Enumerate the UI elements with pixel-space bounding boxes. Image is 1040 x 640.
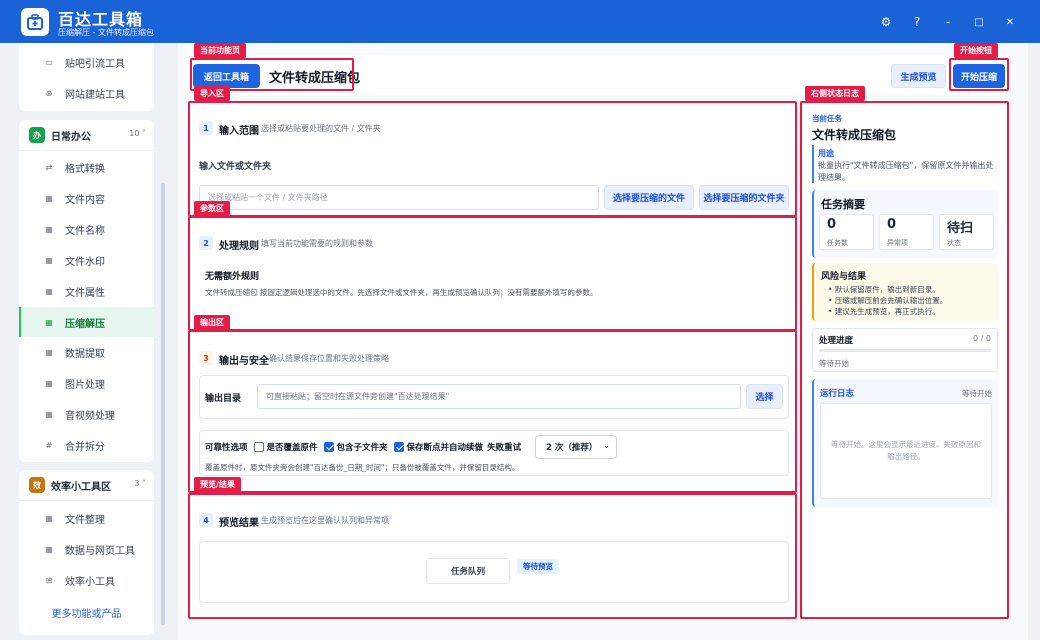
group-name: 日常办公 — [51, 131, 91, 143]
annotation-preview-area: 预览/结果 — [194, 477, 241, 492]
annotation-start-button: 开始按钮 — [954, 43, 998, 58]
annotation-import-area: 导入区 — [194, 86, 230, 101]
import-area-highlight — [188, 101, 797, 217]
sidebar-item-label: 图片处理 — [65, 379, 105, 391]
sidebar-item-data-web[interactable]: ▦ 数据与网页工具 — [19, 536, 154, 562]
group-badge: 办 — [29, 127, 45, 143]
toolbox-logo-icon — [21, 8, 49, 36]
sidebar-item-tieba[interactable]: ▭ 贴吧引流工具 — [19, 49, 154, 75]
sidebar-item-filename[interactable]: ▦ 文件名称 — [19, 216, 154, 242]
sidebar-item-merge[interactable]: # 合并拆分 — [19, 432, 154, 458]
sidebar-item-format[interactable]: ⇄ 格式转换 — [19, 154, 154, 180]
annotation-output-area: 输出区 — [194, 315, 230, 330]
sidebar-item-watermark[interactable]: ▦ 文件水印 — [19, 247, 154, 273]
grid-icon: ▦ — [45, 286, 53, 296]
group-name: 效率小工具区 — [51, 481, 111, 493]
grid-icon: ▦ — [45, 513, 53, 523]
sidebar-group-office: 办 日常办公 10 ˄ ⇄ 格式转换 ▦ 文件内容 ▦ 文件名称 ▦ 文件水印 ▦ 文件属… — [19, 120, 154, 462]
sidebar-item-label: 文件内容 — [65, 194, 105, 206]
annotation-right-log: 右侧状态日志 — [805, 86, 865, 101]
start-button-highlight — [949, 58, 1009, 91]
close-icon[interactable]: ✕ — [1000, 12, 1020, 32]
output-area-highlight — [188, 330, 797, 493]
sidebar-item-label: 合并拆分 — [65, 441, 105, 453]
grid-icon: ▦ — [45, 317, 53, 327]
help-icon[interactable]: ? — [907, 12, 927, 32]
sidebar: ▭ 贴吧引流工具 ⊗ 网站建站工具 办 日常办公 10 ˄ ⇄ 格式转换 ▦ 文件内… — [0, 43, 168, 640]
sidebar-item-label: 文件整理 — [65, 514, 105, 526]
group-count: 10 ˄ — [129, 129, 146, 138]
sidebar-item-label: 文件水印 — [65, 256, 105, 268]
grid-icon: ▦ — [45, 193, 53, 203]
sidebar-item-media[interactable]: ▦ 音视频处理 — [19, 401, 154, 427]
sidebar-item-label: 网站建站工具 — [65, 89, 125, 101]
hash-icon: # — [45, 440, 53, 450]
group-header-tools[interactable]: 效 效率小工具区 3 ˄ — [19, 470, 154, 500]
grid-icon: ▦ — [45, 224, 53, 234]
group-header-office[interactable]: 办 日常办公 10 ˄ — [19, 120, 154, 150]
sidebar-item-label: 音视频处理 — [65, 410, 115, 422]
list-icon: ▭ — [45, 57, 53, 67]
window-icon: ⊞ — [45, 575, 53, 585]
group-badge: 效 — [29, 477, 45, 493]
right-log-highlight — [800, 101, 1009, 619]
sidebar-item-content[interactable]: ▦ 文件内容 — [19, 185, 154, 211]
sidebar-item-organize[interactable]: ▦ 文件整理 — [19, 505, 154, 531]
annotation-current-page: 当前功能页 — [194, 43, 246, 58]
sidebar-scrollbar[interactable] — [161, 183, 165, 625]
sidebar-item-image[interactable]: ▦ 图片处理 — [19, 370, 154, 396]
param-area-highlight — [188, 216, 797, 331]
more-products-link[interactable]: 更多功能或产品 — [19, 597, 154, 627]
grid-icon: ▦ — [45, 255, 53, 265]
grid-icon: ▦ — [45, 347, 53, 357]
title-bar: 百达工具箱 压缩解压 - 文件转成压缩包 ⚙ ? - □ ✕ — [0, 0, 1040, 43]
sidebar-card-top: ▭ 贴吧引流工具 ⊗ 网站建站工具 — [19, 43, 154, 111]
sidebar-item-compress[interactable]: ▦ 压缩解压 — [19, 307, 154, 337]
sidebar-item-label: 压缩解压 — [65, 318, 105, 330]
grid-icon: ▦ — [45, 378, 53, 388]
sidebar-item-label: 效率小工具 — [65, 576, 115, 588]
app-subtitle: 压缩解压 - 文件转成压缩包 — [58, 28, 154, 37]
swap-icon: ⇄ — [45, 162, 53, 172]
globe-icon: ⊗ — [45, 88, 53, 98]
group-count: 3 ˄ — [134, 479, 146, 488]
sidebar-item-label: 文件名称 — [65, 225, 105, 237]
sidebar-item-label: 数据提取 — [65, 348, 105, 360]
minimize-icon[interactable]: - — [938, 12, 958, 32]
grid-icon: ▦ — [45, 544, 53, 554]
preview-button[interactable]: 生成预览 — [891, 64, 946, 88]
sidebar-item-label: 数据与网页工具 — [65, 545, 135, 557]
sidebar-item-label: 文件属性 — [65, 287, 105, 299]
preview-area-highlight — [188, 493, 797, 619]
sidebar-item-website[interactable]: ⊗ 网站建站工具 — [19, 80, 154, 106]
sidebar-item-small-tools[interactable]: ⊞ 效率小工具 — [19, 567, 154, 593]
settings-icon[interactable]: ⚙ — [876, 12, 896, 32]
sidebar-item-extract[interactable]: ▦ 数据提取 — [19, 339, 154, 365]
maximize-icon[interactable]: □ — [969, 12, 989, 32]
grid-icon: ▦ — [45, 409, 53, 419]
annotation-param-area: 参数区 — [194, 201, 230, 216]
sidebar-item-label: 格式转换 — [65, 163, 105, 175]
sidebar-item-attributes[interactable]: ▦ 文件属性 — [19, 278, 154, 304]
sidebar-item-label: 贴吧引流工具 — [65, 58, 125, 70]
